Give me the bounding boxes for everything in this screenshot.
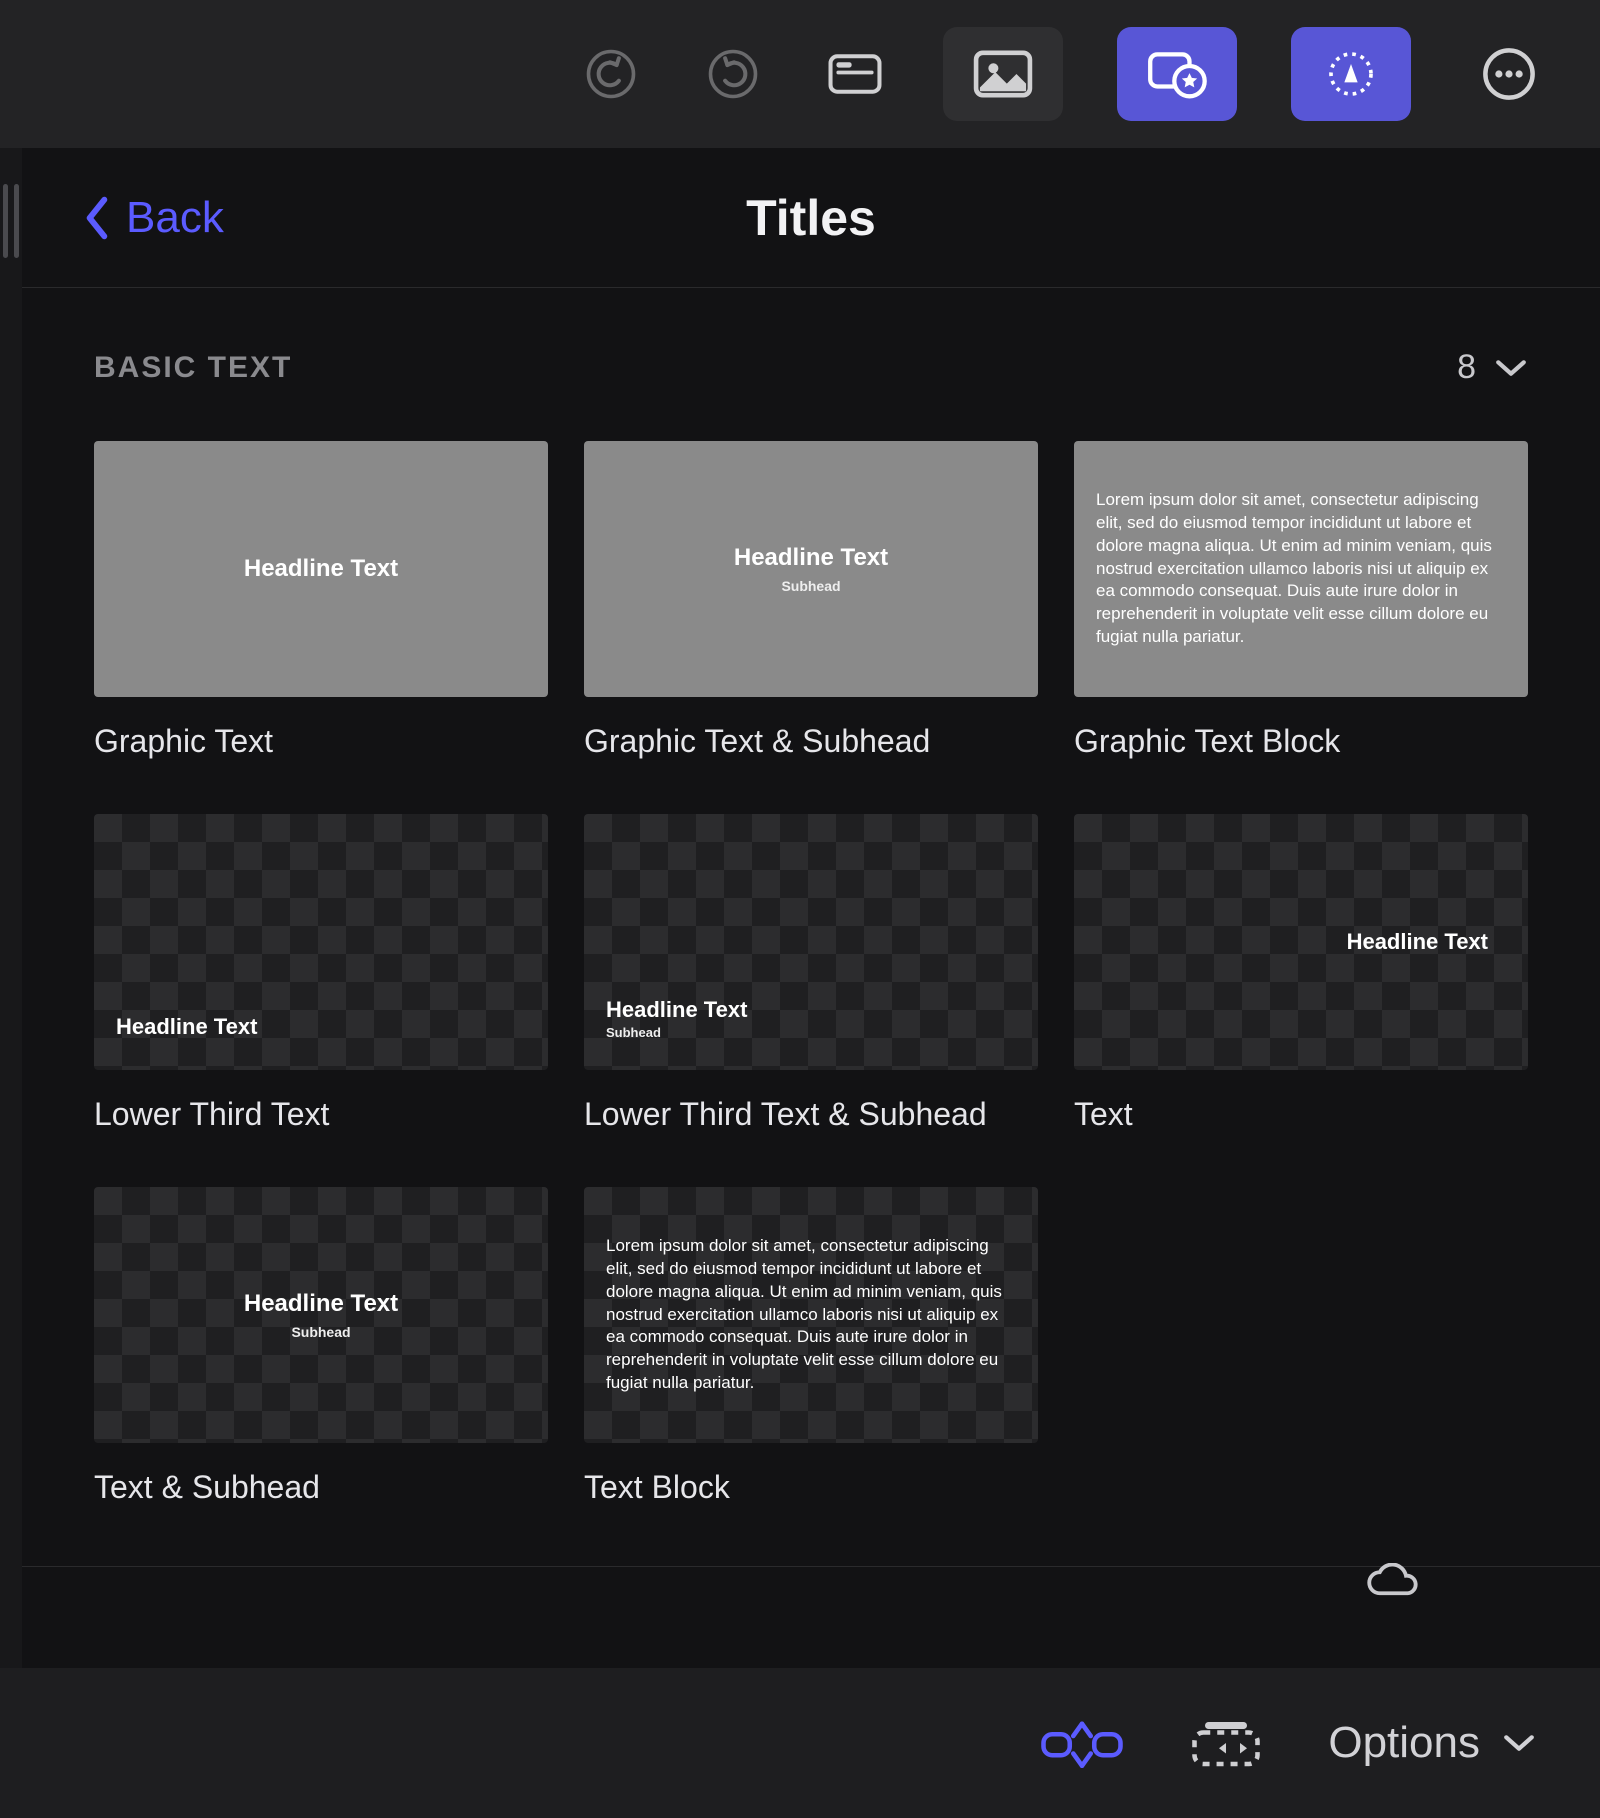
image-overlay-button[interactable] <box>943 27 1063 121</box>
title-tile[interactable]: Headline Text Subhead Lower Third Text & S… <box>584 814 1038 1133</box>
title-tile-label: Text Block <box>584 1469 1038 1506</box>
thumb-headline: Headline Text <box>244 555 398 583</box>
connect-clips-icon <box>1040 1713 1124 1773</box>
next-section-peek <box>22 1567 1600 1607</box>
panel-drag-handle[interactable] <box>0 148 22 1668</box>
thumb-lorem: Lorem ipsum dolor sit amet, consectetur … <box>1074 479 1528 660</box>
thumb-headline: Headline Text <box>1347 929 1488 955</box>
shape-dotted-icon <box>1320 49 1382 99</box>
title-thumbnail: Lorem ipsum dolor sit amet, consectetur … <box>1074 441 1528 697</box>
section-label: Basic Text <box>94 351 292 385</box>
title-tile[interactable]: Headline Text Subhead Text & Subhead <box>94 1187 548 1506</box>
captions-button[interactable] <box>821 40 889 108</box>
title-tile[interactable]: Headline Text Text <box>1074 814 1528 1133</box>
back-label: Back <box>126 193 224 243</box>
redo-icon <box>706 47 760 101</box>
section-count: 8 <box>1457 348 1476 387</box>
title-thumbnail: Headline Text <box>1074 814 1528 1070</box>
title-tile-label: Text & Subhead <box>94 1469 548 1506</box>
title-tile[interactable]: Lorem ipsum dolor sit amet, consectetur … <box>1074 441 1528 760</box>
options-label: Options <box>1328 1718 1480 1768</box>
title-tile-label: Graphic Text <box>94 723 548 760</box>
title-thumbnail: Headline Text Subhead <box>94 1187 548 1443</box>
captions-icon <box>828 47 882 101</box>
panel-header: Back Titles <box>22 148 1600 288</box>
more-button[interactable] <box>1475 40 1543 108</box>
image-icon <box>972 49 1034 99</box>
browser-panel: Back Titles Basic Text 8 Headline Text Gr… <box>0 148 1600 1668</box>
cloud-icon <box>1364 1563 1420 1604</box>
title-thumbnail: Headline Text Subhead <box>584 814 1038 1070</box>
chevron-down-icon <box>1502 1731 1536 1755</box>
title-thumbnail: Lorem ipsum dolor sit amet, consectetur … <box>584 1187 1038 1443</box>
connect-clips-button[interactable] <box>1040 1713 1124 1773</box>
thumb-headline: Headline Text <box>606 997 747 1023</box>
insert-clip-icon <box>1184 1713 1268 1773</box>
top-toolbar <box>0 0 1600 148</box>
chevron-left-icon <box>82 196 112 240</box>
thumb-headline: Headline Text <box>244 1290 398 1318</box>
thumb-headline: Headline Text <box>734 544 888 572</box>
thumb-headline: Headline Text <box>116 1014 257 1040</box>
undo-icon <box>584 47 638 101</box>
back-button[interactable]: Back <box>82 193 224 243</box>
titles-grid: Headline Text Graphic Text Headline Text Su… <box>22 397 1600 1567</box>
title-tile[interactable]: Headline Text Lower Third Text <box>94 814 548 1133</box>
title-tile-label: Graphic Text Block <box>1074 723 1528 760</box>
thumb-subhead: Subhead <box>606 1025 661 1040</box>
title-tile[interactable]: Headline Text Graphic Text <box>94 441 548 760</box>
thumb-subhead: Subhead <box>291 1324 350 1340</box>
title-thumbnail: Headline Text <box>94 441 548 697</box>
title-tile-label: Graphic Text & Subhead <box>584 723 1038 760</box>
title-tile-label: Lower Third Text & Subhead <box>584 1096 1038 1133</box>
chevron-down-icon <box>1494 356 1528 380</box>
titles-browser-button[interactable] <box>1117 27 1237 121</box>
titles-icon <box>1146 49 1208 99</box>
undo-button[interactable] <box>577 40 645 108</box>
thumb-lorem: Lorem ipsum dolor sit amet, consectetur … <box>584 1225 1038 1406</box>
thumb-subhead: Subhead <box>781 578 840 594</box>
title-tile[interactable]: Headline Text Subhead Graphic Text & Subhe… <box>584 441 1038 760</box>
options-button[interactable]: Options <box>1328 1718 1536 1768</box>
section-header[interactable]: Basic Text 8 <box>22 288 1600 397</box>
title-thumbnail: Headline Text <box>94 814 548 1070</box>
panel-title: Titles <box>746 189 876 247</box>
title-tile[interactable]: Lorem ipsum dolor sit amet, consectetur … <box>584 1187 1038 1506</box>
redo-button[interactable] <box>699 40 767 108</box>
insert-clip-button[interactable] <box>1184 1713 1268 1773</box>
title-tile-label: Lower Third Text <box>94 1096 548 1133</box>
bottom-toolbar: Options <box>0 1668 1600 1818</box>
section-count-toggle[interactable]: 8 <box>1457 348 1528 387</box>
more-ellipsis-icon <box>1482 47 1536 101</box>
shapes-browser-button[interactable] <box>1291 27 1411 121</box>
title-tile-label: Text <box>1074 1096 1528 1133</box>
title-thumbnail: Headline Text Subhead <box>584 441 1038 697</box>
